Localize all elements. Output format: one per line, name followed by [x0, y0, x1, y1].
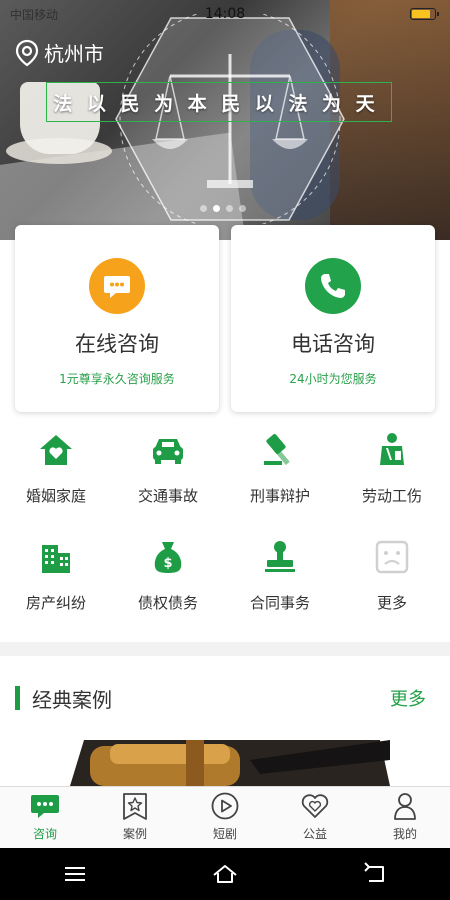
online-consult-card[interactable]: 在线咨询 1元尊享永久咨询服务 — [15, 225, 219, 412]
category-label: 交通事故 — [137, 487, 198, 505]
tab-label: 咨询 — [32, 827, 57, 841]
location-pin-icon — [15, 39, 39, 66]
phone-consult-card[interactable]: 电话咨询 24小时为您服务 — [231, 225, 435, 412]
category-label: 房产纠纷 — [25, 594, 86, 612]
app-screen: 中国移动 14:08 杭州市 法以民为本民以法为天 在线咨询 1元尊享永久咨询服… — [0, 0, 450, 900]
slogan-char: 为 — [154, 92, 184, 115]
tab-short-drama[interactable]: 短剧 — [180, 787, 270, 848]
carousel-indicators — [200, 205, 246, 212]
tab-label: 短剧 — [212, 827, 237, 841]
category-label: 债权债务 — [137, 594, 198, 612]
section-marker — [15, 686, 20, 710]
category-contract[interactable]: 合同事务 — [224, 539, 336, 613]
category-marriage-family[interactable]: 婚姻家庭 — [0, 432, 112, 506]
slogan-char: 天 — [355, 92, 385, 115]
phone-consult-title: 电话咨询 — [291, 332, 375, 356]
cases-more-link[interactable]: 更多 — [390, 685, 426, 711]
battery-icon — [410, 8, 439, 20]
cases-section-title: 经典案例 — [32, 688, 112, 712]
stamp-icon — [262, 539, 298, 575]
home-icon[interactable] — [211, 862, 239, 886]
tab-label: 公益 — [302, 827, 327, 841]
category-criminal-defense[interactable]: 刑事辩护 — [224, 432, 336, 506]
slogan-char: 以 — [86, 92, 116, 115]
tab-consult[interactable]: 咨询 — [0, 787, 90, 848]
slogan-char: 法 — [53, 92, 83, 115]
category-more[interactable]: 更多 — [336, 539, 448, 613]
heart-icon — [301, 794, 329, 818]
money-bag-icon: $ — [150, 539, 186, 575]
category-label: 更多 — [376, 594, 407, 612]
worker-icon — [374, 432, 410, 468]
carousel-dot[interactable] — [213, 205, 220, 212]
tab-profile[interactable]: 我的 — [360, 787, 450, 848]
tab-cases[interactable]: 案例 — [90, 787, 180, 848]
car-icon — [150, 432, 186, 468]
building-icon — [38, 539, 74, 575]
slogan-char: 民 — [120, 92, 150, 115]
chat-bubble-icon — [89, 258, 145, 314]
svg-text:$: $ — [163, 556, 172, 571]
slogan-char: 以 — [254, 92, 284, 115]
category-label: 婚姻家庭 — [25, 487, 86, 505]
carousel-dot[interactable] — [226, 205, 233, 212]
slogan-char: 为 — [322, 92, 352, 115]
category-debt[interactable]: $ 债权债务 — [112, 539, 224, 613]
category-label: 刑事辩护 — [249, 487, 310, 505]
banner-slogan: 法以民为本民以法为天 — [46, 82, 392, 122]
carousel-dot[interactable] — [239, 205, 246, 212]
online-consult-title: 在线咨询 — [75, 332, 159, 356]
phone-consult-subtitle: 24小时为您服务 — [289, 372, 377, 386]
back-icon[interactable] — [361, 862, 389, 886]
gavel-icon — [262, 432, 298, 468]
category-label: 劳动工伤 — [361, 487, 422, 505]
tab-public-welfare[interactable]: 公益 — [270, 787, 360, 848]
category-property-dispute[interactable]: 房产纠纷 — [0, 539, 112, 613]
city-selector[interactable]: 杭州市 — [14, 38, 104, 67]
house-heart-icon — [38, 432, 74, 468]
gavel-photo-icon — [0, 740, 450, 786]
consult-icon — [31, 795, 59, 818]
case-star-icon — [123, 793, 147, 820]
section-divider — [0, 642, 450, 656]
case-cover-image[interactable] — [0, 740, 450, 786]
slogan-char: 本 — [187, 92, 217, 115]
banner-carousel[interactable]: 中国移动 14:08 杭州市 法以民为本民以法为天 — [0, 0, 450, 240]
slogan-char: 法 — [288, 92, 318, 115]
online-consult-subtitle: 1元尊享永久咨询服务 — [59, 372, 175, 386]
bottom-tab-bar: 咨询 案例 短剧 公益 我的 — [0, 786, 450, 848]
more-face-icon — [374, 539, 410, 575]
category-labor-injury[interactable]: 劳动工伤 — [336, 432, 448, 506]
play-icon — [211, 792, 239, 820]
tab-label: 案例 — [122, 827, 147, 841]
category-label: 合同事务 — [249, 594, 310, 612]
tab-label: 我的 — [392, 827, 417, 841]
carousel-dot[interactable] — [200, 205, 207, 212]
phone-icon — [305, 258, 361, 314]
status-time: 14:08 — [204, 6, 246, 22]
city-name: 杭州市 — [44, 42, 104, 66]
profile-icon — [394, 793, 416, 820]
system-nav-bar — [0, 848, 450, 900]
battery-level — [412, 10, 430, 18]
category-traffic-accident[interactable]: 交通事故 — [112, 432, 224, 506]
menu-icon[interactable] — [61, 862, 89, 886]
slogan-char: 民 — [221, 92, 251, 115]
